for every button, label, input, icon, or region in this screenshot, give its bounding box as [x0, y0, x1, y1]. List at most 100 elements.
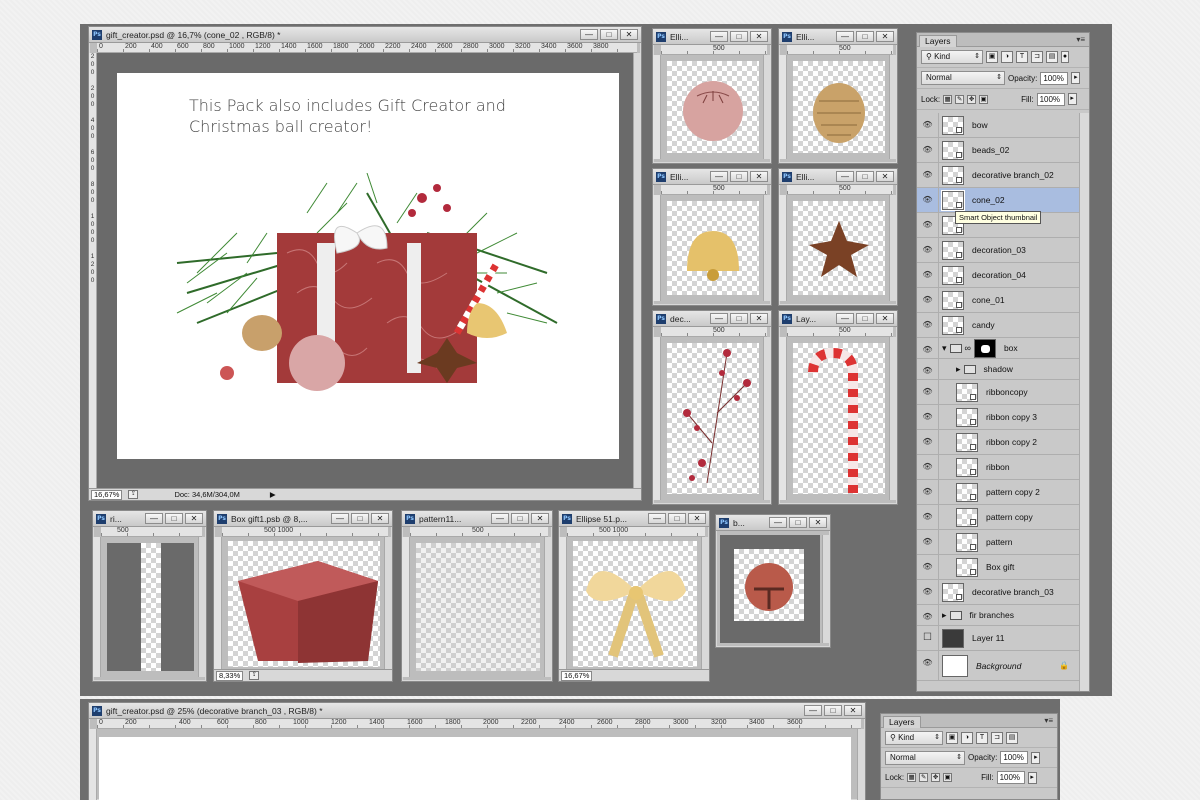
layer-row[interactable]: 👁 pattern copy 2: [917, 480, 1079, 505]
adjustment-filter-icon[interactable]: ◑: [1001, 51, 1013, 63]
minimize-button[interactable]: —: [491, 513, 509, 524]
minimize-button[interactable]: —: [836, 31, 854, 42]
smart-object-thumbnail[interactable]: [956, 432, 978, 452]
eye-icon[interactable]: 👁: [917, 555, 939, 579]
smart-object-thumbnail[interactable]: [942, 290, 964, 310]
vertical-scrollbar[interactable]: [763, 195, 771, 301]
fill-arrow-icon[interactable]: ▸: [1027, 771, 1037, 784]
opacity-arrow-icon[interactable]: ▸: [1031, 751, 1041, 764]
minimize-button[interactable]: —: [710, 31, 728, 42]
eye-icon[interactable]: 👁: [917, 405, 939, 429]
eye-icon[interactable]: 👁: [917, 288, 939, 312]
layer-name[interactable]: cone_01: [972, 295, 1005, 305]
minimize-button[interactable]: —: [710, 171, 728, 182]
close-button[interactable]: ✕: [750, 313, 768, 324]
layer-row[interactable]: 👁 cone_02: [917, 188, 1079, 213]
document-canvas[interactable]: This Pack also includes Gift Creator and…: [117, 73, 619, 459]
vertical-scrollbar[interactable]: [701, 537, 709, 669]
doc-window-box-gift[interactable]: Ps Box gift1.psb @ 8,... — □ ✕ 500 1000 8,…: [213, 510, 393, 682]
vertical-scrollbar[interactable]: [633, 53, 641, 488]
visibility-off-box[interactable]: ☐: [917, 626, 939, 650]
minimize-button[interactable]: —: [769, 517, 787, 528]
share-icon[interactable]: ⇪: [128, 490, 139, 499]
layer-row[interactable]: 👁 decorative branch_03: [917, 580, 1079, 605]
eye-icon[interactable]: 👁: [917, 651, 939, 680]
close-button[interactable]: ✕: [876, 171, 894, 182]
minimize-button[interactable]: —: [648, 513, 666, 524]
doc-window-bow[interactable]: Ps Ellipse 51.p... — □ ✕ 500 1000 16,67%: [558, 510, 710, 682]
lock-transparency-icon[interactable]: ▦: [943, 94, 953, 104]
document-title-bar[interactable]: Ps b... — □ ✕: [716, 515, 830, 531]
document-title-bar[interactable]: Ps pattern11... — □ ✕: [402, 511, 552, 527]
blend-mode-dropdown[interactable]: Normal ⇕: [885, 750, 965, 765]
layer-name[interactable]: decorative branch_03: [972, 587, 1054, 597]
layer-name[interactable]: pattern: [986, 537, 1012, 547]
close-button[interactable]: ✕: [809, 517, 827, 528]
doc-window-anise[interactable]: Ps Elli... — □ ✕ 500: [778, 168, 898, 306]
smart-object-filter-icon[interactable]: ▤: [1006, 731, 1018, 744]
lock-pixels-icon[interactable]: ✎: [955, 94, 965, 104]
eye-icon[interactable]: 👁: [917, 455, 939, 479]
layer-row[interactable]: 👁 decorative branch_02: [917, 163, 1079, 188]
layer-row[interactable]: 👁 Background 🔒: [917, 651, 1079, 681]
close-button[interactable]: ✕: [750, 31, 768, 42]
canvas-transparent[interactable]: [416, 543, 540, 671]
vertical-scrollbar[interactable]: [544, 537, 552, 677]
layer-row[interactable]: 👁 ▸ shadow: [917, 359, 1079, 380]
smart-object-thumbnail[interactable]: [942, 315, 964, 335]
expand-arrow-right-icon[interactable]: ▸: [942, 610, 947, 621]
doc-window-bell[interactable]: Ps Elli... — □ ✕ 500: [652, 168, 772, 306]
eye-icon[interactable]: 👁: [917, 505, 939, 529]
smart-object-thumbnail[interactable]: [942, 582, 964, 602]
restore-button[interactable]: □: [668, 513, 686, 524]
lock-all-icon[interactable]: ▣: [979, 94, 989, 104]
shape-filter-icon[interactable]: ⊐: [1031, 51, 1043, 63]
restore-button[interactable]: □: [730, 313, 748, 324]
document-title-bar[interactable]: Ps Lay... — □ ✕: [779, 311, 897, 327]
canvas-transparent[interactable]: [667, 343, 759, 494]
smart-object-thumbnail[interactable]: [941, 189, 965, 211]
smart-object-thumbnail[interactable]: [956, 382, 978, 402]
close-button[interactable]: ✕: [531, 513, 549, 524]
panel-menu-icon[interactable]: ▾≡: [1044, 716, 1053, 725]
restore-button[interactable]: □: [165, 513, 183, 524]
filter-toggle-icon[interactable]: ●: [1061, 51, 1069, 63]
zoom-field[interactable]: 16,67%: [91, 489, 123, 500]
layer-name[interactable]: Background: [976, 661, 1021, 671]
layer-row[interactable]: 👁 pattern copy: [917, 505, 1079, 530]
layer-name[interactable]: candy: [972, 320, 995, 330]
minimize-button[interactable]: —: [331, 513, 349, 524]
eye-icon[interactable]: 👁: [917, 480, 939, 504]
eye-icon[interactable]: 👁: [917, 238, 939, 262]
layer-row[interactable]: 👁 decoration_04: [917, 263, 1079, 288]
eye-icon[interactable]: 👁: [917, 338, 939, 358]
layer-name[interactable]: bow: [972, 120, 988, 130]
doc-window-ribbon[interactable]: Ps ri... — □ ✕ 500: [92, 510, 207, 682]
shape-filter-icon[interactable]: ⊐: [991, 731, 1003, 744]
document-title-bar[interactable]: Ps Elli... — □ ✕: [653, 169, 771, 185]
fill-field[interactable]: 100%: [996, 771, 1025, 784]
layer-name[interactable]: fir branches: [970, 610, 1014, 620]
restore-button[interactable]: □: [511, 513, 529, 524]
vertical-scrollbar[interactable]: [857, 729, 865, 800]
document-title-bar[interactable]: Ps gift_creator.psd @ 25% (decorative br…: [89, 703, 865, 719]
layer-row[interactable]: 👁 bow: [917, 113, 1079, 138]
canvas-transparent[interactable]: [141, 543, 161, 671]
doc-window-pattern[interactable]: Ps pattern11... — □ ✕ 500: [401, 510, 553, 682]
type-filter-icon[interactable]: T: [1016, 51, 1028, 63]
kind-filter-dropdown[interactable]: ⚲ Kind ⇕: [885, 730, 943, 745]
doc-window-branch[interactable]: Ps dec... — □ ✕ 500: [652, 310, 772, 505]
layers-panel[interactable]: Layers ▾≡ ⚲ Kind ⇕ ▣ ◑ T ⊐ ▤ ● Normal ⇕ Op…: [916, 32, 1090, 692]
image-filter-icon[interactable]: ▣: [986, 51, 998, 63]
opacity-field[interactable]: 100%: [1000, 751, 1029, 764]
document-title-bar[interactable]: Ps Box gift1.psb @ 8,... — □ ✕: [214, 511, 392, 527]
document-title-bar[interactable]: Ps Ellipse 51.p... — □ ✕: [559, 511, 709, 527]
vertical-scrollbar[interactable]: [763, 55, 771, 159]
layer-row[interactable]: 👁 Smart Object thumbnail: [917, 211, 1079, 238]
layer-row[interactable]: 👁 ribbon copy 2: [917, 430, 1079, 455]
smart-object-thumbnail[interactable]: [942, 240, 964, 260]
vertical-scrollbar[interactable]: [384, 537, 392, 669]
doc-window-ball[interactable]: Ps Elli... — □ ✕ 500: [652, 28, 772, 164]
restore-button[interactable]: □: [856, 31, 874, 42]
layer-row[interactable]: 👁 ribbon copy 3: [917, 405, 1079, 430]
